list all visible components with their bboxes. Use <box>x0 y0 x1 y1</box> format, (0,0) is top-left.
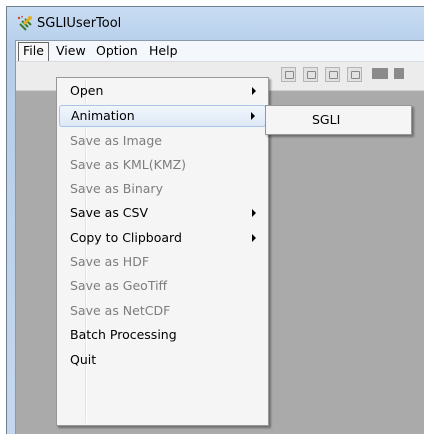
menu-item-label: Open <box>70 83 104 98</box>
menu-item-save-as-csv[interactable]: Save as CSV <box>59 202 266 224</box>
menu-item-label: Save as KML(KMZ) <box>70 157 187 172</box>
menu-item-label: Save as HDF <box>70 254 150 269</box>
satellite-app-icon <box>17 15 32 31</box>
menu-item-open[interactable]: Open <box>59 80 266 102</box>
menu-item-label: Quit <box>70 352 97 367</box>
menu-item-save-as-hdf[interactable]: Save as HDF <box>59 251 266 273</box>
toolbar-button-1[interactable] <box>281 67 296 82</box>
submenu-item-sgli[interactable]: SGLI <box>268 108 409 132</box>
submenu-item-label: SGLI <box>312 112 341 127</box>
menu-item-label: Batch Processing <box>70 327 177 342</box>
menu-option[interactable]: Option <box>92 42 142 59</box>
menu-item-copy-to-clipboard[interactable]: Copy to Clipboard <box>59 227 266 249</box>
menu-item-label: Save as NetCDF <box>70 303 171 318</box>
toolbar-color-swatch[interactable] <box>372 68 388 79</box>
menu-item-label: Save as Binary <box>70 181 163 196</box>
window-title: SGLIUserTool <box>37 16 122 31</box>
menu-item-save-as-netcdf[interactable]: Save as NetCDF <box>59 300 266 322</box>
menu-item-label: Save as Image <box>70 133 162 148</box>
menu-item-quit[interactable]: Quit <box>59 349 266 371</box>
menu-item-animation[interactable]: Animation <box>59 105 266 127</box>
menu-item-save-as-geotiff[interactable]: Save as GeoTiff <box>59 275 266 297</box>
toolbar-button-3[interactable] <box>325 67 340 82</box>
menu-item-label: Animation <box>71 108 135 123</box>
submenu-arrow-icon <box>252 209 256 217</box>
toolbar-color-swatch-2[interactable] <box>394 68 404 79</box>
submenu-arrow-icon <box>252 234 256 242</box>
menu-item-label: Save as CSV <box>70 205 149 220</box>
toolbar-button-2[interactable] <box>303 67 318 82</box>
menu-item-save-as-binary[interactable]: Save as Binary <box>59 178 266 200</box>
title-bar[interactable]: SGLIUserTool <box>7 7 424 41</box>
menu-file[interactable]: File <box>18 42 49 61</box>
submenu-arrow-icon <box>251 112 255 120</box>
menu-view[interactable]: View <box>52 42 90 59</box>
animation-submenu: SGLI <box>265 105 412 135</box>
menu-item-label: Copy to Clipboard <box>70 230 182 245</box>
toolbar-button-4[interactable] <box>347 67 362 82</box>
menu-help[interactable]: Help <box>145 42 182 59</box>
menu-item-batch-processing[interactable]: Batch Processing <box>59 324 266 346</box>
menu-item-label: Save as GeoTiff <box>70 278 168 293</box>
menu-item-save-as-image[interactable]: Save as Image <box>59 130 266 152</box>
menu-item-save-as-kml[interactable]: Save as KML(KMZ) <box>59 154 266 176</box>
file-menu-dropdown: Open Animation Save as Image Save as KML… <box>56 77 269 426</box>
submenu-arrow-icon <box>252 87 256 95</box>
menu-bar: File View Option Help <box>16 41 424 62</box>
